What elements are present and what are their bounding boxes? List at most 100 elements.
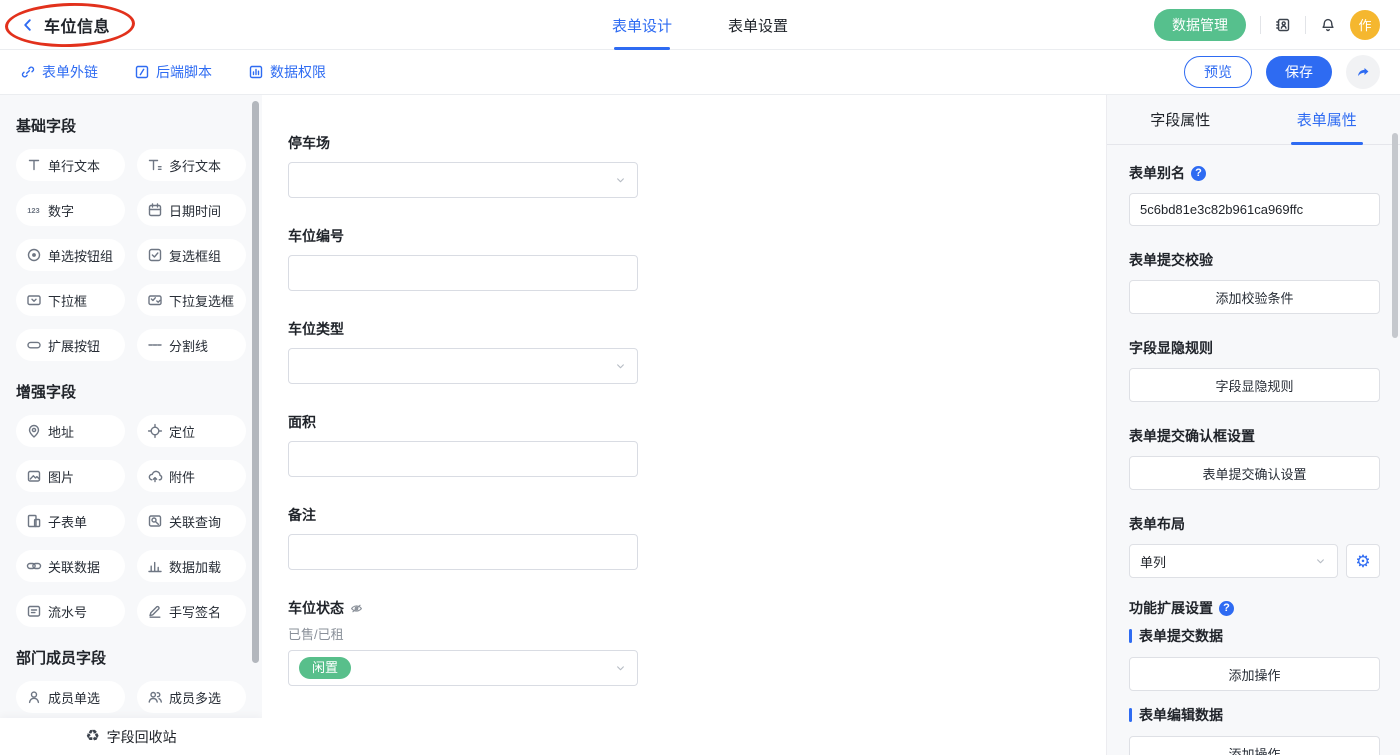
chevron-down-icon: [614, 174, 627, 187]
script-icon: [134, 64, 150, 80]
palette-item[interactable]: 数据加载: [137, 550, 246, 582]
palette-item[interactable]: 关联查询: [137, 505, 246, 537]
chevron-down-icon: [1314, 555, 1327, 568]
palette-item[interactable]: 分割线: [137, 329, 246, 361]
form-alias-label: 表单别名: [1129, 163, 1185, 183]
radio-group-icon: [26, 247, 42, 263]
field-select[interactable]: [288, 348, 638, 384]
palette-item[interactable]: 成员多选: [137, 681, 246, 713]
form-layout-select[interactable]: 单列: [1129, 544, 1338, 578]
palette-item[interactable]: 图片: [16, 460, 125, 492]
divider: [1260, 16, 1261, 34]
field-recycle-button[interactable]: ♻ 字段回收站: [0, 718, 262, 755]
tab-field-properties[interactable]: 字段属性: [1107, 95, 1254, 144]
palette-item[interactable]: 流水号: [16, 595, 125, 627]
form-alias-input[interactable]: [1129, 193, 1380, 226]
palette-item[interactable]: 单选按钮组: [16, 239, 125, 271]
chevron-down-icon: [614, 360, 627, 373]
palette-item[interactable]: 复选框组: [137, 239, 246, 271]
palette-item[interactable]: 成员单选: [16, 681, 125, 713]
panel-action-button[interactable]: 字段显隐规则: [1129, 368, 1380, 402]
canvas-field[interactable]: 停车场: [288, 133, 638, 198]
extension-group-label: 表单编辑数据: [1129, 705, 1380, 725]
palette-item[interactable]: 123数字: [16, 194, 125, 226]
sidebar-scrollbar[interactable]: [252, 101, 259, 663]
extension-settings-label: 功能扩展设置: [1129, 598, 1213, 618]
canvas-field[interactable]: 面积: [288, 412, 638, 477]
field-sublabel: 已售/已租: [288, 624, 638, 643]
palette-section: 增强字段 地址定位图片附件子表单关联查询关联数据数据加载流水号手写签名: [16, 381, 246, 627]
subform-icon: [26, 513, 42, 529]
form-designer-app: 车位信息 表单设计 表单设置 数据管理 作 表单外链 后端脚本 数据权限 预览 保存…: [0, 0, 1400, 755]
form-canvas: 停车场 车位编号 车位类型 面积 备注: [262, 95, 1106, 755]
link-icon: [20, 64, 36, 80]
palette-item[interactable]: 手写签名: [137, 595, 246, 627]
divider: [1305, 16, 1306, 34]
palette-item[interactable]: 扩展按钮: [16, 329, 125, 361]
data-manage-button[interactable]: 数据管理: [1154, 9, 1246, 41]
save-button[interactable]: 保存: [1266, 56, 1332, 88]
checkbox-group-icon: [147, 247, 163, 263]
palette-item[interactable]: 地址: [16, 415, 125, 447]
canvas-field[interactable]: 车位编号: [288, 226, 638, 291]
app-header: 车位信息 表单设计 表单设置 数据管理 作: [0, 0, 1400, 50]
panel-scrollbar[interactable]: [1392, 133, 1398, 338]
page-title: 车位信息: [44, 13, 110, 37]
canvas-field[interactable]: 车位状态 已售/已租 闲置: [288, 598, 638, 686]
palette-item[interactable]: 单行文本: [16, 149, 125, 181]
toolbar-link[interactable]: 后端脚本: [134, 62, 212, 82]
ext-button-icon: [26, 337, 42, 353]
recycle-label: 字段回收站: [107, 727, 177, 747]
palette-item[interactable]: 下拉复选框: [137, 284, 246, 316]
add-operation-button[interactable]: 添加操作: [1129, 657, 1380, 691]
attachment-icon: [147, 468, 163, 484]
tab-form-settings[interactable]: 表单设置: [728, 0, 788, 50]
signature-icon: [147, 603, 163, 619]
toolbar-link[interactable]: 表单外链: [20, 62, 98, 82]
datetime-icon: [147, 202, 163, 218]
field-input[interactable]: [288, 441, 638, 477]
canvas-field[interactable]: 备注: [288, 505, 638, 570]
canvas-field[interactable]: 车位类型: [288, 319, 638, 384]
help-icon[interactable]: ?: [1191, 166, 1206, 181]
field-select[interactable]: 闲置: [288, 650, 638, 686]
palette-item[interactable]: 子表单: [16, 505, 125, 537]
palette-item[interactable]: 定位: [137, 415, 246, 447]
address-icon: [26, 423, 42, 439]
text-single-icon: [26, 157, 42, 173]
properties-panel: 字段属性 表单属性 表单别名 ? 表单提交校验 添加校验条件 字段显隐规则 字段…: [1106, 95, 1400, 755]
preview-button[interactable]: 预览: [1184, 56, 1252, 88]
palette-item[interactable]: 多行文本: [137, 149, 246, 181]
palette-item[interactable]: 附件: [137, 460, 246, 492]
eye-off-icon: [350, 602, 363, 615]
palette-item[interactable]: 下拉框: [16, 284, 125, 316]
share-button[interactable]: [1346, 55, 1380, 89]
tab-form-properties[interactable]: 表单属性: [1254, 95, 1400, 144]
palette-item[interactable]: 日期时间: [137, 194, 246, 226]
toolbar-link[interactable]: 数据权限: [248, 62, 326, 82]
help-icon[interactable]: ?: [1219, 601, 1234, 616]
field-input[interactable]: [288, 255, 638, 291]
palette-section-title: 增强字段: [16, 381, 246, 402]
panel-action-button[interactable]: 表单提交确认设置: [1129, 456, 1380, 490]
field-select[interactable]: [288, 162, 638, 198]
panel-action-button[interactable]: 添加校验条件: [1129, 280, 1380, 314]
back-button[interactable]: [20, 17, 36, 33]
bell-icon[interactable]: [1320, 17, 1336, 33]
add-operation-button[interactable]: 添加操作: [1129, 736, 1380, 755]
linked-data-icon: [26, 558, 42, 574]
status-tag: 闲置: [299, 657, 351, 680]
palette-section: 部门成员字段 成员单选成员多选: [16, 647, 246, 713]
share-icon: [1355, 64, 1371, 80]
svg-text:123: 123: [27, 206, 40, 215]
avatar[interactable]: 作: [1350, 10, 1380, 40]
layout-settings-button[interactable]: ⚙: [1346, 544, 1380, 578]
field-input[interactable]: [288, 534, 638, 570]
contacts-icon[interactable]: [1275, 17, 1291, 33]
palette-item[interactable]: 关联数据: [16, 550, 125, 582]
permission-icon: [248, 64, 264, 80]
lookup-icon: [147, 513, 163, 529]
palette-section-title: 基础字段: [16, 115, 246, 136]
form-toolbar: 表单外链 后端脚本 数据权限 预览 保存: [0, 50, 1400, 95]
tab-form-design[interactable]: 表单设计: [612, 0, 672, 50]
